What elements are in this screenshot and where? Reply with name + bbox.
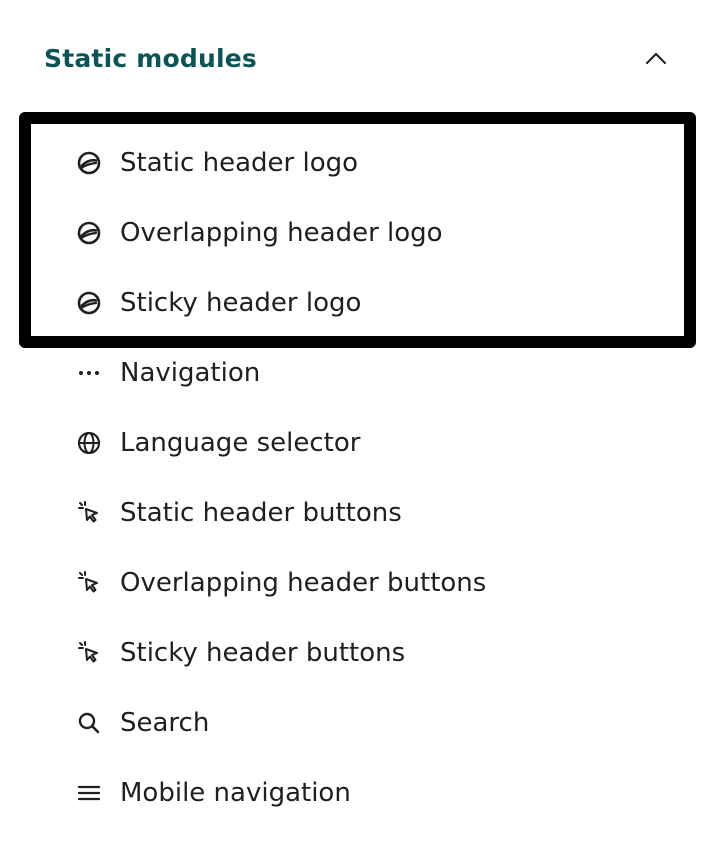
module-item-overlapping-header-logo[interactable]: Overlapping header logo bbox=[0, 198, 722, 268]
static-modules-section-header[interactable]: Static modules bbox=[44, 30, 684, 86]
logo-icon bbox=[76, 219, 104, 247]
cursor-click-icon bbox=[76, 499, 104, 527]
more-dots-icon bbox=[76, 359, 104, 387]
module-item-overlapping-header-buttons[interactable]: Overlapping header buttons bbox=[0, 548, 722, 618]
module-item-static-header-buttons[interactable]: Static header buttons bbox=[0, 478, 722, 548]
logo-icon bbox=[76, 289, 104, 317]
module-list: Static header logo Overlapping header lo… bbox=[0, 128, 722, 828]
menu-icon bbox=[76, 779, 104, 807]
module-label: Overlapping header logo bbox=[120, 218, 443, 248]
module-label: Mobile navigation bbox=[120, 778, 351, 808]
module-label: Language selector bbox=[120, 428, 361, 458]
module-label: Sticky header logo bbox=[120, 288, 362, 318]
module-item-navigation[interactable]: Navigation bbox=[0, 338, 722, 408]
module-item-search[interactable]: Search bbox=[0, 688, 722, 758]
chevron-up-icon[interactable] bbox=[642, 44, 670, 72]
module-label: Navigation bbox=[120, 358, 261, 388]
module-item-sticky-header-buttons[interactable]: Sticky header buttons bbox=[0, 618, 722, 688]
globe-icon bbox=[76, 429, 104, 457]
module-label: Static header buttons bbox=[120, 498, 402, 528]
module-item-language-selector[interactable]: Language selector bbox=[0, 408, 722, 478]
search-icon bbox=[76, 709, 104, 737]
module-label: Overlapping header buttons bbox=[120, 568, 487, 598]
module-label: Static header logo bbox=[120, 148, 359, 178]
module-label: Sticky header buttons bbox=[120, 638, 406, 668]
module-item-sticky-header-logo[interactable]: Sticky header logo bbox=[0, 268, 722, 338]
module-item-mobile-navigation[interactable]: Mobile navigation bbox=[0, 758, 722, 828]
module-label: Search bbox=[120, 708, 210, 738]
module-item-static-header-logo[interactable]: Static header logo bbox=[0, 128, 722, 198]
cursor-click-icon bbox=[76, 569, 104, 597]
section-title: Static modules bbox=[44, 43, 257, 73]
logo-icon bbox=[76, 149, 104, 177]
cursor-click-icon bbox=[76, 639, 104, 667]
